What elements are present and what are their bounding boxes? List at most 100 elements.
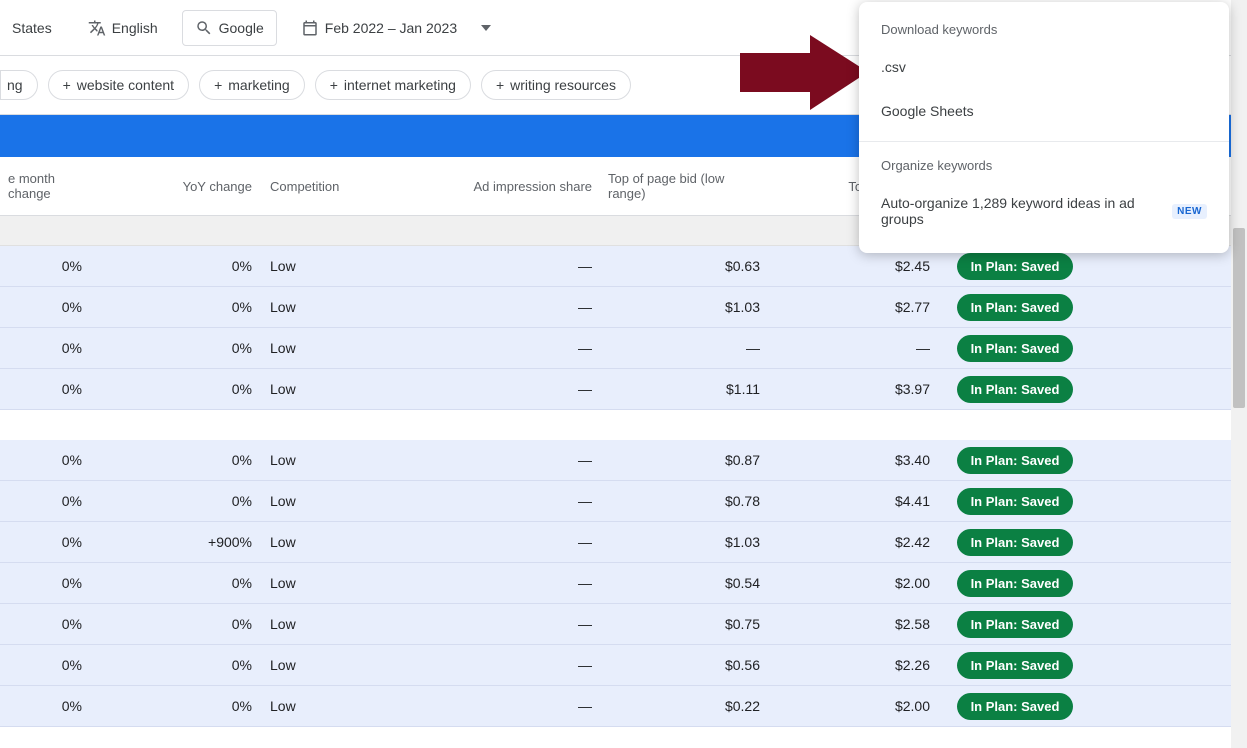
cell-status: In Plan: Saved bbox=[940, 440, 1090, 480]
in-plan-saved-button[interactable]: In Plan: Saved bbox=[957, 253, 1074, 280]
cell-ad-impression: — bbox=[430, 522, 600, 562]
cell-ad-impression: — bbox=[430, 328, 600, 368]
cell-month-change: 0% bbox=[0, 686, 90, 726]
network-selector[interactable]: Google bbox=[182, 10, 277, 46]
annotation-arrow-icon bbox=[740, 35, 870, 110]
in-plan-saved-button[interactable]: In Plan: Saved bbox=[957, 611, 1074, 638]
table-row[interactable]: 0%+900%Low—$1.03$2.42In Plan: Saved bbox=[0, 522, 1247, 563]
table-section-gap bbox=[0, 410, 1247, 440]
cell-yoy-change: 0% bbox=[90, 287, 260, 327]
cell-high-bid: $2.00 bbox=[770, 563, 940, 603]
filter-chip-internet-marketing[interactable]: + internet marketing bbox=[315, 70, 471, 100]
download-menu: Download keywords .csv Google Sheets Org… bbox=[859, 2, 1229, 253]
in-plan-saved-button[interactable]: In Plan: Saved bbox=[957, 294, 1074, 321]
cell-yoy-change: 0% bbox=[90, 645, 260, 685]
cell-ad-impression: — bbox=[430, 481, 600, 521]
cell-status: In Plan: Saved bbox=[940, 328, 1090, 368]
cell-low-bid: $0.22 bbox=[600, 686, 770, 726]
daterange-label: Feb 2022 – Jan 2023 bbox=[325, 20, 457, 36]
cell-yoy-change: 0% bbox=[90, 481, 260, 521]
col-header-month-change[interactable]: e month change bbox=[0, 157, 90, 215]
table-row[interactable]: 0%0%Low—$0.87$3.40In Plan: Saved bbox=[0, 440, 1247, 481]
in-plan-saved-button[interactable]: In Plan: Saved bbox=[957, 376, 1074, 403]
vertical-scrollbar[interactable] bbox=[1231, 0, 1247, 748]
in-plan-saved-button[interactable]: In Plan: Saved bbox=[957, 529, 1074, 556]
cell-yoy-change: +900% bbox=[90, 522, 260, 562]
table-row[interactable]: 0%0%Low—$0.78$4.41In Plan: Saved bbox=[0, 481, 1247, 522]
cell-competition: Low bbox=[260, 369, 430, 409]
cell-month-change: 0% bbox=[0, 246, 90, 286]
cell-month-change: 0% bbox=[0, 287, 90, 327]
cell-ad-impression: — bbox=[430, 645, 600, 685]
cell-status: In Plan: Saved bbox=[940, 481, 1090, 521]
table-row[interactable]: 0%0%Low—$0.75$2.58In Plan: Saved bbox=[0, 604, 1247, 645]
cell-high-bid: $2.00 bbox=[770, 686, 940, 726]
in-plan-saved-button[interactable]: In Plan: Saved bbox=[957, 652, 1074, 679]
cell-status: In Plan: Saved bbox=[940, 563, 1090, 603]
in-plan-saved-button[interactable]: In Plan: Saved bbox=[957, 447, 1074, 474]
in-plan-saved-button[interactable]: In Plan: Saved bbox=[957, 693, 1074, 720]
cell-ad-impression: — bbox=[430, 440, 600, 480]
cell-month-change: 0% bbox=[0, 604, 90, 644]
menu-section-download-title: Download keywords bbox=[859, 14, 1229, 45]
cell-high-bid: $2.42 bbox=[770, 522, 940, 562]
plus-icon: + bbox=[330, 77, 338, 93]
table-row[interactable]: 0%0%Low—$0.56$2.26In Plan: Saved bbox=[0, 645, 1247, 686]
menu-item-google-sheets[interactable]: Google Sheets bbox=[859, 89, 1229, 133]
cell-month-change: 0% bbox=[0, 522, 90, 562]
table-body-bottom: 0%0%Low—$0.87$3.40In Plan: Saved0%0%Low—… bbox=[0, 440, 1247, 727]
in-plan-saved-button[interactable]: In Plan: Saved bbox=[957, 335, 1074, 362]
cell-ad-impression: — bbox=[430, 369, 600, 409]
cell-low-bid: $1.03 bbox=[600, 522, 770, 562]
location-selector[interactable]: States bbox=[0, 12, 64, 44]
plus-icon: + bbox=[496, 77, 504, 93]
location-label: States bbox=[12, 20, 52, 36]
menu-item-auto-organize[interactable]: Auto-organize 1,289 keyword ideas in ad … bbox=[859, 181, 1229, 241]
cell-month-change: 0% bbox=[0, 645, 90, 685]
cell-ad-impression: — bbox=[430, 246, 600, 286]
table-row[interactable]: 0%0%Low—$1.03$2.77In Plan: Saved bbox=[0, 287, 1247, 328]
filter-chip-website-content[interactable]: + website content bbox=[48, 70, 189, 100]
scrollbar-thumb[interactable] bbox=[1233, 228, 1245, 408]
chip-label: website content bbox=[77, 77, 174, 93]
col-header-competition[interactable]: Competition bbox=[260, 157, 430, 215]
daterange-selector[interactable]: Feb 2022 – Jan 2023 bbox=[289, 11, 503, 45]
language-selector[interactable]: English bbox=[76, 11, 170, 45]
chip-label: writing resources bbox=[510, 77, 616, 93]
cell-high-bid: $2.77 bbox=[770, 287, 940, 327]
cell-ad-impression: — bbox=[430, 686, 600, 726]
cell-low-bid: $0.87 bbox=[600, 440, 770, 480]
cell-high-bid: — bbox=[770, 328, 940, 368]
cell-status: In Plan: Saved bbox=[940, 686, 1090, 726]
col-header-ad-impression[interactable]: Ad impression share bbox=[430, 157, 600, 215]
filter-chip-writing-resources[interactable]: + writing resources bbox=[481, 70, 631, 100]
cell-status: In Plan: Saved bbox=[940, 369, 1090, 409]
new-badge: NEW bbox=[1172, 204, 1207, 219]
col-header-low-bid[interactable]: Top of page bid (low range) bbox=[600, 157, 770, 215]
table-body-top: 0%0%Low—$0.63$2.45In Plan: Saved0%0%Low—… bbox=[0, 246, 1247, 410]
cell-low-bid: $0.54 bbox=[600, 563, 770, 603]
table-row[interactable]: 0%0%Low———In Plan: Saved bbox=[0, 328, 1247, 369]
filter-chip-partial[interactable]: ng bbox=[0, 70, 38, 100]
menu-item-csv[interactable]: .csv bbox=[859, 45, 1229, 89]
cell-status: In Plan: Saved bbox=[940, 287, 1090, 327]
col-header-yoy-change[interactable]: YoY change bbox=[90, 157, 260, 215]
chevron-down-icon bbox=[481, 25, 491, 31]
translate-icon bbox=[88, 19, 106, 37]
table-row[interactable]: 0%0%Low—$0.22$2.00In Plan: Saved bbox=[0, 686, 1247, 727]
cell-competition: Low bbox=[260, 645, 430, 685]
cell-month-change: 0% bbox=[0, 481, 90, 521]
table-row[interactable]: 0%0%Low—$0.54$2.00In Plan: Saved bbox=[0, 563, 1247, 604]
in-plan-saved-button[interactable]: In Plan: Saved bbox=[957, 488, 1074, 515]
cell-yoy-change: 0% bbox=[90, 246, 260, 286]
filter-chip-marketing[interactable]: + marketing bbox=[199, 70, 305, 100]
plus-icon: + bbox=[214, 77, 222, 93]
cell-month-change: 0% bbox=[0, 369, 90, 409]
cell-yoy-change: 0% bbox=[90, 328, 260, 368]
cell-low-bid: — bbox=[600, 328, 770, 368]
menu-section-organize-title: Organize keywords bbox=[859, 150, 1229, 181]
in-plan-saved-button[interactable]: In Plan: Saved bbox=[957, 570, 1074, 597]
table-row[interactable]: 0%0%Low—$1.11$3.97In Plan: Saved bbox=[0, 369, 1247, 410]
cell-competition: Low bbox=[260, 481, 430, 521]
network-label: Google bbox=[219, 20, 264, 36]
